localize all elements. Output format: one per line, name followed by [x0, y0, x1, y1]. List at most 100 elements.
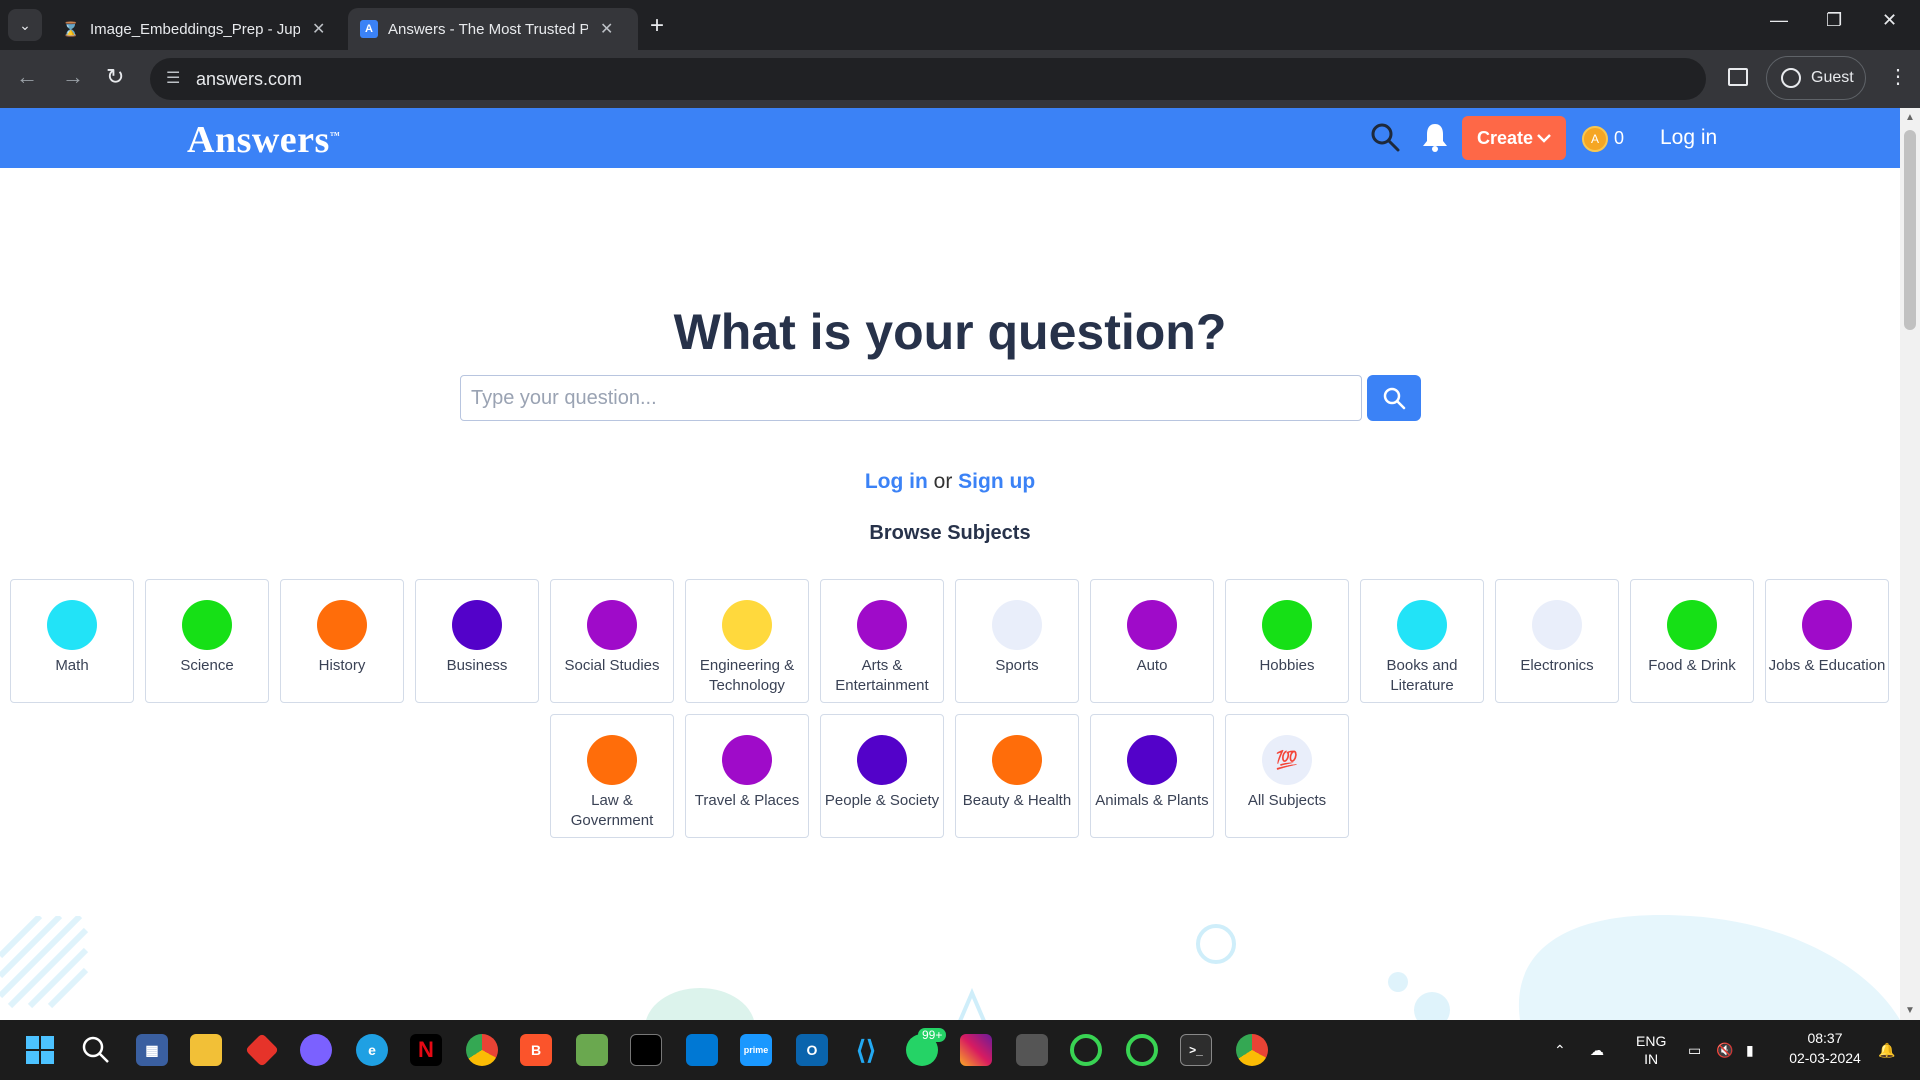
scroll-up-icon[interactable]: ▲	[1905, 112, 1915, 123]
vscode-icon[interactable]: ⟨⟩	[850, 1034, 882, 1066]
profile-label: Guest	[1811, 69, 1854, 86]
subject-tile[interactable]: Electronics	[1495, 579, 1619, 703]
lang-top: ENG	[1636, 1033, 1667, 1049]
language-indicator[interactable]: ENG IN	[1636, 1020, 1666, 1080]
app-green-ring-icon[interactable]	[1070, 1034, 1102, 1066]
prime-video-icon[interactable]: prime	[740, 1034, 772, 1066]
subject-tile[interactable]: Hobbies	[1225, 579, 1349, 703]
subject-icon	[857, 735, 907, 785]
page-scrollbar[interactable]: ▲ ▼	[1900, 108, 1920, 1020]
scrollbar-thumb[interactable]	[1904, 130, 1916, 330]
app-green-ring-icon-2[interactable]	[1126, 1034, 1158, 1066]
address-bar[interactable]: ☰ answers.com	[150, 58, 1706, 100]
header-login-link[interactable]: Log in	[1660, 126, 1717, 150]
subject-tile[interactable]: Science	[145, 579, 269, 703]
subject-label: Electronics	[1520, 657, 1594, 674]
app-red-icon[interactable]	[245, 1033, 279, 1067]
subject-tile[interactable]: Sports	[955, 579, 1079, 703]
subject-label: Auto	[1136, 657, 1168, 674]
close-window-icon[interactable]: ✕	[1882, 10, 1897, 31]
subject-tile[interactable]: Books and Literature	[1360, 579, 1484, 703]
scroll-down-icon[interactable]: ▼	[1905, 1005, 1915, 1016]
subject-tile[interactable]: Engineering & Technology	[685, 579, 809, 703]
subject-tile[interactable]: Business	[415, 579, 539, 703]
subject-tile[interactable]: History	[280, 579, 404, 703]
side-panel-icon[interactable]	[1728, 68, 1748, 86]
profile-icon	[1781, 68, 1801, 88]
clock[interactable]: 08:37 02-03-2024	[1780, 1028, 1870, 1068]
subject-tile[interactable]: Animals & Plants	[1090, 714, 1214, 838]
taskbar-search-icon[interactable]	[80, 1034, 112, 1066]
tab-title: Answers - The Most Trusted Pla	[388, 20, 588, 38]
subject-tile[interactable]: Travel & Places	[685, 714, 809, 838]
app-blue-icon[interactable]	[686, 1034, 718, 1066]
search-icon[interactable]	[1370, 122, 1400, 152]
subject-tile[interactable]: Social Studies	[550, 579, 674, 703]
lang-bottom: IN	[1644, 1051, 1659, 1067]
subject-icon	[182, 600, 232, 650]
battery-icon[interactable]: ▮	[1746, 1020, 1754, 1080]
login-link[interactable]: Log in	[865, 470, 928, 493]
restore-icon[interactable]: ❐	[1826, 10, 1842, 31]
app-window-icon[interactable]	[1016, 1034, 1048, 1066]
subject-tile[interactable]: Law & Government	[550, 714, 674, 838]
copilot-icon[interactable]	[300, 1034, 332, 1066]
netflix-icon[interactable]: N	[410, 1034, 442, 1066]
instagram-icon[interactable]	[960, 1034, 992, 1066]
time: 08:37	[1807, 1030, 1843, 1046]
tab-search-dropdown-button[interactable]: ⌄	[8, 9, 42, 41]
back-icon[interactable]: ←	[16, 64, 38, 90]
subject-tile[interactable]: Food & Drink	[1630, 579, 1754, 703]
close-tab-icon[interactable]: ✕	[312, 19, 325, 39]
terminal-icon[interactable]	[630, 1034, 662, 1066]
store-icon[interactable]: ▦	[136, 1034, 168, 1066]
subject-icon	[1127, 600, 1177, 650]
answers-favicon-icon: A	[360, 20, 378, 38]
file-explorer-icon[interactable]	[190, 1034, 222, 1066]
brave-icon[interactable]: B	[520, 1034, 552, 1066]
subject-tile[interactable]: Math	[10, 579, 134, 703]
subject-tile[interactable]: Beauty & Health	[955, 714, 1079, 838]
close-tab-icon[interactable]: ✕	[600, 19, 613, 39]
network-icon[interactable]: ▭	[1688, 1020, 1701, 1080]
edge-icon[interactable]: e	[356, 1034, 388, 1066]
signup-link[interactable]: Sign up	[958, 470, 1035, 493]
volume-muted-icon[interactable]: 🔇	[1716, 1020, 1733, 1080]
bell-icon[interactable]	[1420, 121, 1450, 153]
browser-menu-icon[interactable]: ⋮	[1888, 64, 1908, 89]
subject-tile[interactable]: Arts & Entertainment	[820, 579, 944, 703]
subject-icon	[317, 600, 367, 650]
subject-label: Social Studies	[564, 657, 660, 674]
forward-icon[interactable]: →	[62, 64, 84, 90]
subject-label: History	[318, 657, 366, 674]
question-input[interactable]	[460, 375, 1362, 421]
subject-tile[interactable]: 💯 All Subjects	[1225, 714, 1349, 838]
profile-button[interactable]: Guest	[1766, 56, 1866, 100]
powershell-icon[interactable]: >_	[1180, 1034, 1212, 1066]
site-header: Answers™ Create A 0 Log in	[0, 108, 1900, 168]
windows-start-icon[interactable]	[24, 1034, 56, 1066]
subject-icon	[587, 735, 637, 785]
new-tab-button[interactable]: +	[650, 12, 664, 40]
tray-overflow-icon[interactable]: ⌃	[1554, 1020, 1566, 1080]
subject-tile[interactable]: Auto	[1090, 579, 1214, 703]
minimize-icon[interactable]: —	[1770, 10, 1788, 31]
site-info-icon[interactable]: ☰	[166, 68, 180, 88]
subject-icon	[857, 600, 907, 650]
reload-icon[interactable]: ↻	[106, 64, 124, 90]
chrome-active-icon[interactable]	[1236, 1034, 1268, 1066]
outlook-icon[interactable]: O	[796, 1034, 828, 1066]
tab-answers[interactable]: A Answers - The Most Trusted Pla ✕	[348, 8, 638, 50]
create-button[interactable]: Create	[1462, 116, 1566, 160]
notifications-icon[interactable]: 🔔	[1878, 1020, 1895, 1080]
subject-tile[interactable]: Jobs & Education	[1765, 579, 1889, 703]
photos-icon[interactable]	[576, 1034, 608, 1066]
onedrive-icon[interactable]: ☁	[1590, 1020, 1604, 1080]
chrome-icon[interactable]	[466, 1034, 498, 1066]
question-search-button[interactable]	[1367, 375, 1421, 421]
subject-icon	[1802, 600, 1852, 650]
answers-logo[interactable]: Answers™	[187, 118, 340, 162]
subject-tile[interactable]: People & Society	[820, 714, 944, 838]
subject-icon	[1127, 735, 1177, 785]
tab-jupyter[interactable]: ⌛ Image_Embeddings_Prep - Jupy ✕	[50, 8, 337, 50]
